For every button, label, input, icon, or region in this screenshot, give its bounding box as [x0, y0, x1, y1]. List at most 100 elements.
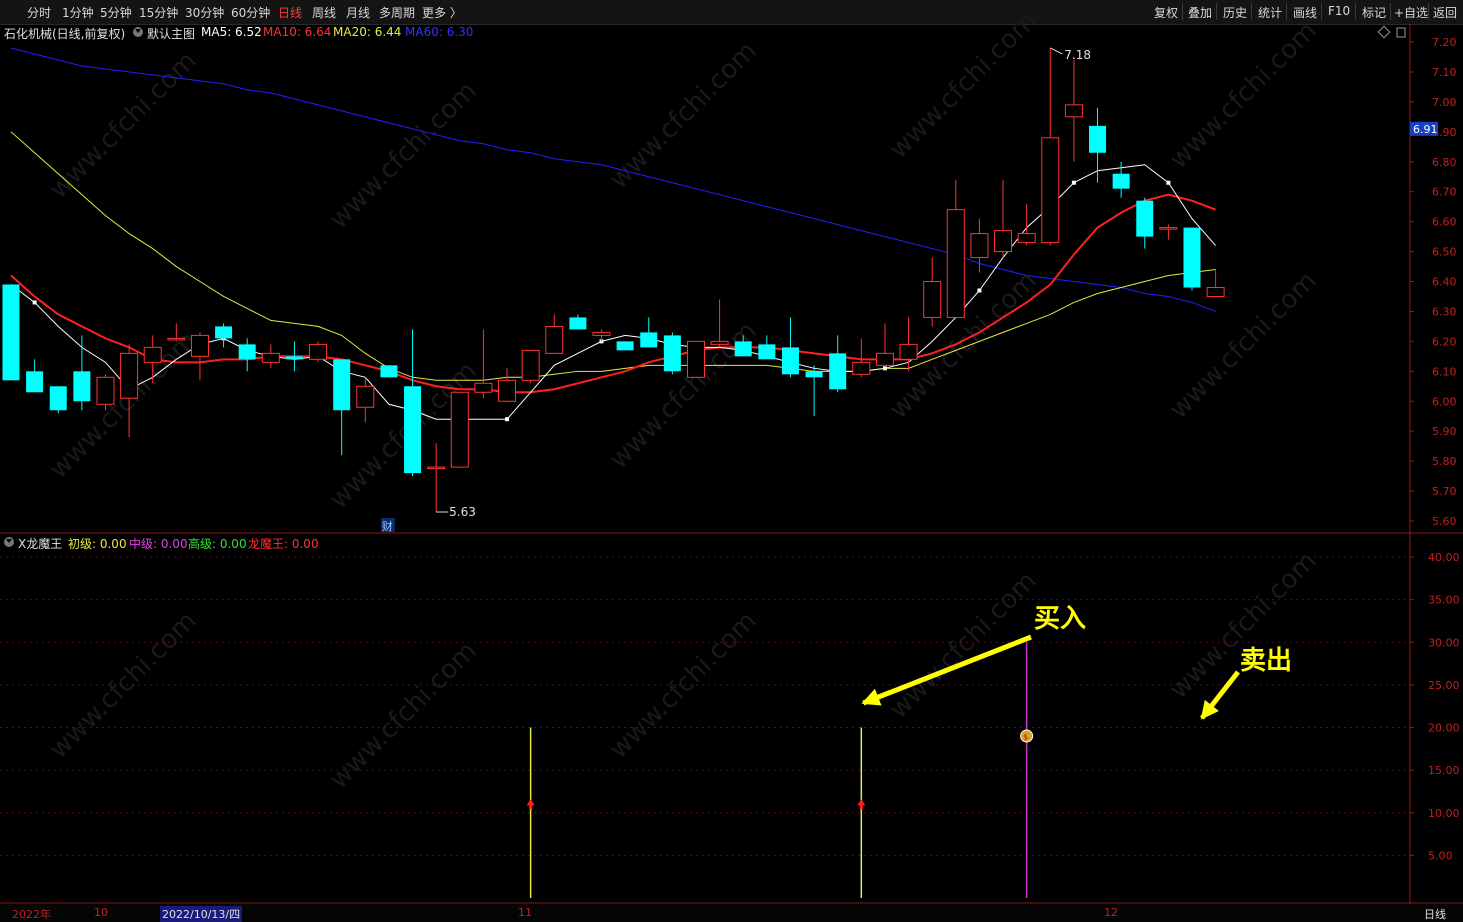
candle-body-up[interactable] [498, 379, 517, 402]
candle-body-up[interactable] [309, 343, 328, 360]
candle-body-down[interactable] [404, 386, 422, 474]
candle-body-up[interactable] [120, 352, 139, 399]
candle-body-up[interactable] [474, 382, 493, 393]
price-tick-label: 6.80 [1432, 156, 1457, 169]
indicator-tick-label: 15.00 [1428, 764, 1460, 777]
chart-options-icon[interactable] [1377, 25, 1391, 39]
candle-body-down[interactable] [26, 371, 44, 393]
candle-body-up[interactable] [592, 331, 611, 336]
candle-body-up[interactable] [852, 361, 871, 375]
indicator-tick-label: 5.00 [1428, 849, 1453, 862]
candle-body-up[interactable] [450, 391, 469, 468]
candle-body-down[interactable] [215, 326, 233, 339]
ma5-dot [1071, 180, 1076, 185]
candle-body-up[interactable] [1064, 104, 1083, 118]
cursor-date-label: 2022/10/13/四 [160, 906, 243, 922]
candle-body-down[interactable] [238, 344, 256, 360]
candle-body-up[interactable] [1041, 137, 1060, 244]
candle-body-up[interactable] [545, 325, 564, 354]
candle-body-up[interactable] [427, 466, 446, 470]
high-price-label: 7.18 [1064, 48, 1091, 62]
ma5-dot [977, 288, 982, 293]
candle-body-up[interactable] [970, 233, 989, 259]
period-label[interactable]: 日线 [1424, 906, 1446, 922]
candle-body-up[interactable] [946, 209, 965, 318]
price-tick-label: 6.20 [1432, 335, 1457, 348]
low-price-label: 5.63 [449, 505, 476, 519]
ma5-dot [32, 300, 37, 305]
candle-body-down[interactable] [1112, 173, 1130, 189]
candle-body-up[interactable] [994, 230, 1013, 253]
ma5-dot [505, 417, 510, 422]
candle-body-down[interactable] [333, 359, 351, 411]
candle-body-up[interactable] [96, 376, 115, 405]
candle-body-down[interactable] [73, 371, 91, 402]
price-tick-label: 5.80 [1432, 455, 1457, 468]
high-pointer [1050, 47, 1063, 55]
price-tick-label: 6.40 [1432, 276, 1457, 289]
indicator-tick-label: 35.00 [1428, 594, 1460, 607]
price-tick-label: 6.50 [1432, 246, 1457, 259]
indicator-tick-label: 25.00 [1428, 679, 1460, 692]
price-tick-label: 7.00 [1432, 96, 1457, 109]
watermark: www.cfchi.com [324, 636, 483, 795]
sell-label: 卖出 [1240, 646, 1292, 676]
candle-body-up[interactable] [261, 352, 280, 363]
candle-body-up[interactable] [356, 385, 375, 408]
price-tick-label: 6.30 [1432, 305, 1457, 318]
price-tick-label: 6.60 [1432, 216, 1457, 229]
candle-body-up[interactable] [521, 349, 540, 381]
candle-body-down[interactable] [1136, 200, 1154, 237]
candle-body-down[interactable] [781, 347, 799, 375]
buy-label: 买入 [1034, 604, 1086, 634]
candle-body-up[interactable] [190, 334, 209, 357]
kline-chart[interactable]: www.cfchi.com www.cfchi.com www.cfchi.com w… [0, 0, 1463, 922]
candle-body-down[interactable] [663, 335, 681, 372]
price-tick-label: 5.70 [1432, 485, 1457, 498]
moneybag-symbol: $ [1023, 733, 1028, 742]
price-tick-label: 7.20 [1432, 36, 1457, 49]
candle-body-down[interactable] [829, 353, 847, 390]
candle-body-down[interactable] [1089, 125, 1107, 153]
candle-body-up[interactable] [1017, 233, 1036, 244]
price-tick-label: 6.10 [1432, 365, 1457, 378]
date-axis: 2022年 10 2022/10/13/四 11 12 日线 [0, 904, 1463, 922]
candle-body-up[interactable] [686, 340, 705, 378]
price-tick-label: 6.70 [1432, 186, 1457, 199]
candle-body-down[interactable] [734, 341, 752, 357]
watermark: www.cfchi.com [44, 606, 203, 765]
price-tick-label: 6.00 [1432, 395, 1457, 408]
ma5-dot [882, 366, 887, 371]
candle-body-up[interactable] [1159, 227, 1178, 230]
candle-body-down[interactable] [1183, 227, 1201, 288]
price-tick-label: 5.60 [1432, 515, 1457, 528]
candle-body-up[interactable] [710, 340, 729, 345]
finance-marker[interactable]: 财 [382, 519, 393, 533]
indicator-tick-label: 40.00 [1428, 551, 1460, 564]
candle-body-down[interactable] [285, 356, 303, 360]
candle-body-up[interactable] [875, 352, 894, 366]
chart-expand-icon[interactable] [1396, 27, 1406, 38]
candle-body-down[interactable] [640, 332, 658, 348]
watermark: www.cfchi.com [884, 6, 1043, 165]
ma5-dot [1166, 180, 1171, 185]
candle-body-down[interactable] [569, 317, 587, 330]
candle-body-down[interactable] [380, 365, 398, 378]
candle-body-down[interactable] [49, 386, 67, 411]
watermark: www.cfchi.com [604, 316, 763, 475]
watermark: www.cfchi.com [1164, 266, 1323, 425]
candle-body-down[interactable] [616, 341, 634, 351]
price-tick-label: 5.90 [1432, 425, 1457, 438]
candle-body-down[interactable] [805, 371, 823, 378]
candle-body-up[interactable] [1206, 286, 1225, 297]
candle-body-up[interactable] [167, 337, 186, 341]
candle-body-up[interactable] [143, 346, 162, 363]
candle-body-up[interactable] [923, 281, 942, 318]
month-label-12: 12 [1104, 906, 1118, 919]
candle-body-down[interactable] [758, 344, 776, 360]
candle-body-down[interactable] [2, 284, 20, 381]
buy-arrow-stem [859, 804, 863, 810]
watermark: www.cfchi.com [44, 46, 203, 205]
candle-body-up[interactable] [899, 343, 918, 360]
buy-arrow-stem [529, 804, 533, 810]
